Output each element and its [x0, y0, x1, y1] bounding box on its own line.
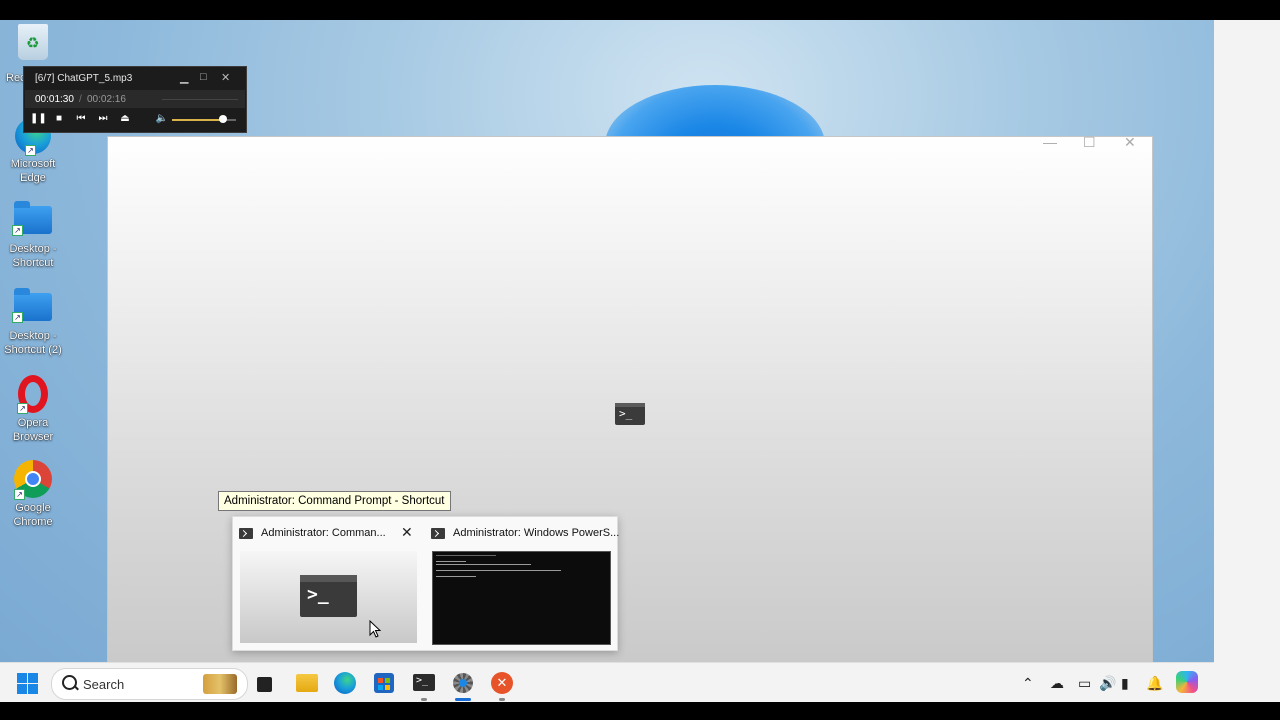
close-icon[interactable]: ✕ — [401, 524, 413, 541]
file-explorer-icon[interactable] — [296, 674, 318, 692]
thumbnail-title: Administrator: Comman... — [261, 527, 386, 539]
thumbnail-command-prompt[interactable]: Administrator: Comman... ✕ >_ — [233, 517, 423, 650]
thumbnail-title: Administrator: Windows PowerS... — [453, 527, 620, 539]
mouse-cursor-icon — [369, 620, 381, 638]
desktop-icon-chrome[interactable]: ↗ Google Chrome — [4, 460, 62, 529]
desktop-icon-recycle-bin[interactable]: ♻ Rec — [4, 24, 62, 84]
desktop-icon-label: Opera Browser — [12, 417, 54, 443]
speaker-icon[interactable]: 🔈 — [155, 112, 169, 126]
desktop-icon-label: Desktop - Shortcut — [9, 243, 57, 269]
right-margin — [1214, 20, 1280, 702]
tooltip: Administrator: Command Prompt - Shortcut — [218, 491, 451, 511]
maximize-icon[interactable]: □ — [200, 71, 207, 83]
previous-icon[interactable]: ⏮ — [74, 112, 88, 126]
maximize-icon[interactable]: ☐ — [1083, 134, 1096, 151]
volume-icon[interactable]: 🔊 — [1099, 675, 1116, 692]
minimize-icon[interactable]: — — [1043, 134, 1057, 150]
seek-bar[interactable] — [162, 99, 238, 100]
shortcut-arrow-icon: ↗ — [25, 145, 36, 156]
search-box[interactable]: Search — [51, 668, 248, 700]
desktop-icon-label: Google Chrome — [13, 502, 53, 528]
settings-icon[interactable] — [452, 672, 474, 694]
desktop-icon-desktop-shortcut-2[interactable]: ↗ Desktop - Shortcut (2) — [4, 288, 62, 357]
task-view-icon[interactable] — [257, 677, 272, 692]
top-black-bar — [0, 0, 1280, 20]
shortcut-arrow-icon: ↗ — [17, 403, 28, 414]
close-icon[interactable]: ✕ — [1124, 134, 1136, 151]
thumbnail-powershell[interactable]: Administrator: Windows PowerS... — [425, 517, 619, 650]
notification-bell-icon[interactable]: 🔔 — [1146, 675, 1163, 692]
copilot-icon[interactable] — [1176, 671, 1198, 693]
battery-icon[interactable]: ▮ — [1121, 675, 1129, 692]
terminal-icon — [431, 528, 445, 539]
total-time: 00:02:16 — [87, 94, 126, 105]
time-separator: / — [79, 94, 82, 105]
minimize-icon[interactable]: ▁ — [180, 71, 188, 84]
current-time: 00:01:30 — [35, 94, 74, 105]
next-icon[interactable]: ⏭ — [96, 112, 110, 126]
close-icon[interactable]: ✕ — [221, 71, 230, 84]
running-indicator — [421, 698, 427, 701]
start-icon[interactable] — [17, 673, 39, 695]
terminal-icon[interactable]: >_ — [413, 674, 435, 691]
network-icon[interactable]: ▭ — [1078, 675, 1091, 692]
search-icon — [62, 675, 77, 690]
bottom-black-bar — [0, 702, 1280, 720]
desktop-icon-label: Microsoft Edge — [10, 158, 56, 184]
close-app-icon[interactable]: ✕ — [491, 672, 513, 694]
taskbar-right — [1176, 662, 1280, 702]
running-indicator — [499, 698, 505, 701]
shortcut-arrow-icon: ↗ — [12, 312, 23, 323]
eject-icon[interactable]: ⏏ — [118, 112, 132, 126]
terminal-icon: >_ — [300, 575, 357, 617]
desktop-icon-opera[interactable]: ↗ Opera Browser — [4, 375, 62, 444]
edge-icon[interactable] — [334, 672, 356, 694]
desktop-icon-label: Desktop - Shortcut (2) — [4, 330, 62, 356]
opera-icon: ↗ — [17, 375, 48, 414]
folder-icon: ↗ — [12, 201, 52, 236]
thumbnail-preview — [432, 551, 611, 645]
volume-knob[interactable] — [219, 115, 227, 123]
active-indicator — [455, 698, 471, 701]
search-highlight-icon — [203, 674, 237, 694]
chevron-up-icon[interactable]: ⌃ — [1022, 675, 1034, 692]
terminal-icon: >_ — [615, 403, 645, 425]
stop-icon[interactable]: ■ — [52, 112, 66, 126]
pause-icon[interactable]: ❚❚ — [30, 112, 47, 126]
store-icon[interactable] — [374, 673, 394, 693]
onedrive-icon[interactable]: ☁ — [1050, 675, 1064, 692]
folder-icon: ↗ — [12, 288, 52, 323]
desktop-icon-desktop-shortcut[interactable]: ↗ Desktop - Shortcut — [4, 201, 62, 270]
track-title: [6/7] ChatGPT_5.mp3 — [35, 73, 133, 84]
shortcut-arrow-icon: ↗ — [14, 489, 25, 500]
taskbar: Search >_ ✕ ⌃ ☁ ▭ 🔊 ▮ 🔔 — [0, 662, 1214, 703]
recycle-bin-icon: ♻ — [18, 24, 48, 60]
terminal-icon — [239, 528, 253, 539]
media-player[interactable]: [6/7] ChatGPT_5.mp3 ▁ □ ✕ 00:01:30 / 00:… — [23, 66, 247, 133]
shortcut-arrow-icon: ↗ — [12, 225, 23, 236]
taskbar-thumbnail-popup: Administrator: Comman... ✕ >_ Administra… — [232, 516, 619, 651]
search-placeholder: Search — [83, 677, 125, 692]
chrome-icon: ↗ — [14, 460, 52, 500]
thumbnail-preview: >_ — [240, 551, 417, 643]
